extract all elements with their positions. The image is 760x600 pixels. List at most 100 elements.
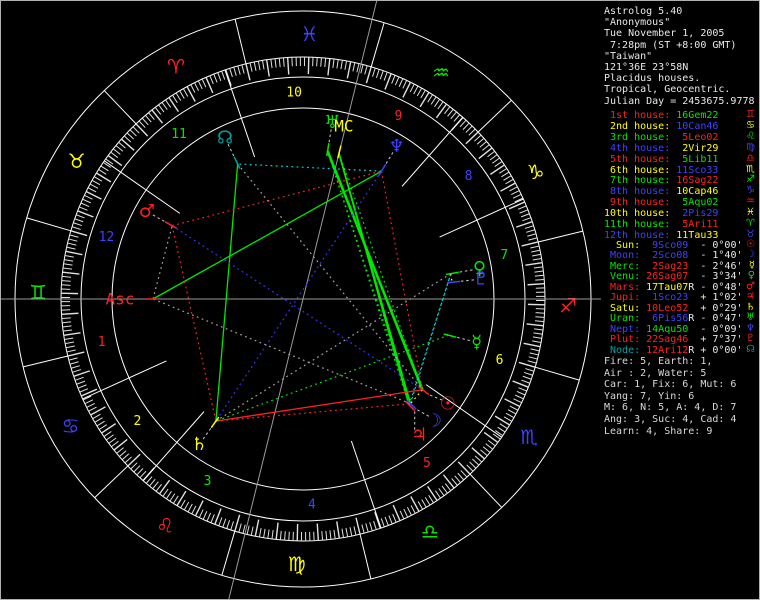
sign-glyph-gemini: ♊ — [29, 281, 47, 305]
mc-label: MC — [334, 116, 353, 135]
planet-position-value: 17Tau07 — [640, 281, 689, 293]
house-cusp-value: 5Lib11 — [670, 153, 719, 165]
stats-text: Ang: 3, Suc: 4, Cad: 4 — [604, 413, 737, 425]
stats-line: Learn: 4, Share: 9 — [604, 426, 759, 438]
header-line: Tropical, Geocentric. — [604, 84, 759, 96]
stats-text: Air : 2, Water: 5 — [604, 367, 707, 379]
planet-position-value: 14Aqu50 — [640, 323, 689, 335]
house-number-3: 3 — [204, 474, 212, 489]
header-text: Tue November 1, 2005 — [604, 28, 725, 40]
header-line: "Taiwan" — [604, 51, 759, 62]
house-number-6: 6 — [496, 353, 504, 368]
stats-line: Car: 1, Fix: 6, Mut: 6 — [604, 379, 759, 391]
planet-glyphs: ☉☽☿♀♂♃♄♅♆♇☊ — [139, 112, 489, 455]
planet-latitude: + 0°00' — [694, 344, 743, 356]
planet-latitude: - 3°34' — [694, 271, 743, 283]
aspect-mc-sun — [338, 153, 424, 390]
zodiac-sign-icon: ♍ — [746, 141, 755, 153]
stats-line: Fire: 5, Earth: 1, — [604, 356, 759, 368]
venus-pointer — [458, 269, 473, 273]
sign-glyph-scorpio: ♏ — [520, 425, 538, 449]
planet-latitude: - 0°00' — [694, 240, 743, 251]
planet-label: Node: — [604, 344, 641, 356]
stats-text: Car: 1, Fix: 6, Mut: 6 — [604, 379, 737, 391]
planet-label: Moon: — [604, 250, 641, 262]
planet-position-value: 2Sco08 — [640, 250, 689, 262]
house-label: 3rd house: — [604, 131, 671, 143]
planet-label: Venu: — [604, 271, 641, 283]
sign-glyph-pisces: ♓ — [300, 22, 318, 46]
house-label: 11th house: — [604, 219, 671, 231]
planet-icon: ☊ — [746, 343, 755, 355]
house-cusp-value: 16Sag22 — [670, 175, 719, 187]
stats-text: Yang: 7, Yin: 6 — [604, 390, 695, 402]
house-cusp-value: 11Sco33 — [670, 164, 719, 176]
house-cusp-value: 5Ari11 — [670, 219, 719, 231]
planet-latitude: - 0°48' — [694, 281, 743, 293]
planet-row: Node: 12Ari12R + 0°00' ☊ — [604, 343, 759, 356]
header-line: Placidus houses. — [604, 73, 759, 84]
planet-label: Uran: — [604, 313, 641, 325]
stats-line: M: 6, N: 5, A: 4, D: 7 — [604, 402, 759, 414]
sign-glyph-capricorn: ♑ — [527, 160, 545, 184]
header-line: Tue November 1, 2005 — [604, 28, 759, 40]
planet-position-value: 2Sag23 — [640, 260, 689, 272]
house-number-11: 11 — [171, 127, 187, 142]
house-number-1: 1 — [98, 335, 106, 350]
aspect-saturn-venus — [215, 273, 452, 422]
header-line: "Anonymous" — [604, 17, 759, 29]
planet-label: Plut: — [604, 334, 641, 346]
aspect-neptune-saturn — [215, 170, 382, 422]
mercury-glyph-icon: ☿ — [471, 332, 482, 353]
sign-glyph-sagittarius: ♐ — [559, 293, 577, 317]
house-label: 4th house: — [604, 142, 671, 154]
house-cusp-value: 5Aqu02 — [670, 197, 719, 209]
mercury-pointer — [456, 336, 471, 342]
planet-latitude: - 0°47' — [694, 313, 743, 325]
planet-latitude: - 1°40' — [694, 250, 743, 262]
planet-latitude: + 0°29' — [694, 302, 743, 314]
aspect-mars-saturn — [171, 225, 217, 422]
planet-position-list: Sun: 9Sco09 - 0°00' ☉ Moon: 2Sco08 - 1°40… — [604, 239, 759, 356]
house-number-2: 2 — [134, 414, 142, 429]
planet-position-value: 26Sag07 — [640, 271, 689, 283]
header-line: 121°36E 23°58N — [604, 62, 759, 73]
planet-position-value: 1Sco23 — [640, 292, 689, 304]
aspect-node-sun — [237, 163, 423, 391]
header-text: Astrolog 5.40 — [604, 6, 683, 17]
house-cusp-value: 2Vir29 — [670, 142, 719, 154]
neptune-glyph-icon: ♆ — [389, 136, 405, 157]
house-label: 2nd house: — [604, 120, 671, 132]
planet-latitude: + 7°37' — [694, 334, 743, 346]
house-number-10: 10 — [286, 86, 302, 101]
planet-position-value: 22Sag46 — [640, 334, 689, 346]
planet-label: Sun: — [604, 240, 641, 251]
aspect-saturn-node — [215, 163, 239, 422]
house-label: 7th house: — [604, 175, 671, 187]
planet-latitude: + 1°02' — [694, 292, 743, 304]
house-cusp-value: 2Pis29 — [670, 208, 719, 220]
sign-glyph-virgo: ♍ — [288, 552, 306, 576]
header-line: 7:28pm (ST +8:00 GMT) — [604, 39, 759, 51]
planet-position-value: 9Sco09 — [640, 240, 689, 251]
header-text: Tropical, Geocentric. — [604, 84, 731, 96]
aspect-uranus-jupiter — [327, 150, 410, 406]
aspect-moon-asc — [152, 298, 411, 405]
planet-label: Merc: — [604, 260, 641, 272]
house-cusp-list: 1st house: 16Gem22 ♊ 2nd house: 10Can46 ♋ … — [604, 109, 759, 242]
sign-glyph-taurus: ♉ — [68, 149, 86, 173]
header-text: 7:28pm (ST +8:00 GMT) — [604, 39, 737, 51]
house-number-12: 12 — [99, 230, 115, 245]
house-number-4: 4 — [308, 497, 316, 512]
aspect-lines — [152, 150, 453, 422]
house-label: 9th house: — [604, 197, 671, 209]
header-text: "Anonymous" — [604, 17, 671, 29]
planet-position-value: 12Ari12 — [640, 344, 689, 356]
sign-glyph-libra: ♎ — [421, 520, 439, 544]
sun-glyph-icon: ☉ — [440, 394, 456, 415]
header-line: Julian Day = 2453675.9778 — [604, 96, 759, 107]
planet-icon: ♇ — [746, 333, 755, 345]
planet-latitude: - 2°46' — [694, 260, 743, 272]
stats-text: Fire: 5, Earth: 1, — [604, 356, 713, 367]
sign-glyph-aquarius: ♒ — [432, 61, 450, 85]
